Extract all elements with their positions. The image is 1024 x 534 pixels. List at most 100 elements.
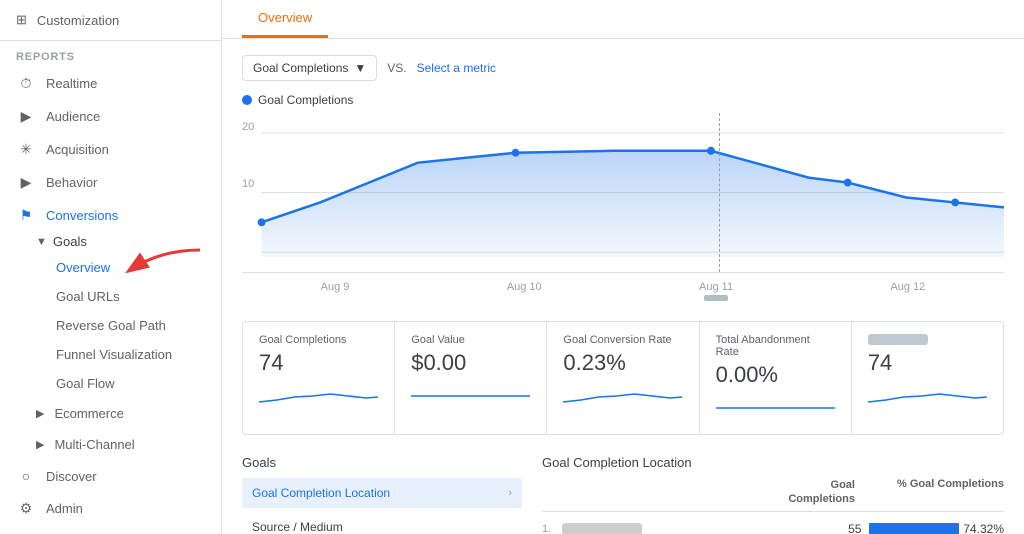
- mini-chart: [868, 382, 987, 410]
- stat-value: 74: [868, 350, 987, 376]
- chart-controls: Goal Completions ▼ VS. Select a metric: [242, 55, 1004, 81]
- sidebar-item-label: Audience: [46, 109, 100, 124]
- col-pct-header: % Goal Completions: [855, 478, 1004, 507]
- row-completions: 55: [776, 522, 862, 534]
- sidebar-item-label: Realtime: [46, 76, 97, 91]
- chart-legend: Goal Completions: [242, 93, 1004, 107]
- sidebar-item-goals[interactable]: ▼ Goals: [0, 228, 221, 253]
- stat-value: 74: [259, 350, 378, 376]
- x-label-aug12: Aug 12: [890, 281, 925, 301]
- legend-dot-icon: [242, 95, 252, 105]
- select-metric-link[interactable]: Select a metric: [417, 61, 496, 75]
- behavior-icon: ▶: [16, 174, 36, 191]
- goals-label: Goals: [53, 234, 87, 249]
- goal-item-source-medium[interactable]: Source / Medium: [242, 512, 522, 534]
- sidebar-item-goal-flow[interactable]: Goal Flow: [0, 369, 221, 398]
- chart-point: [512, 149, 520, 157]
- table-title: Goal Completion Location: [542, 455, 692, 470]
- col-completions-header: GoalCompletions: [766, 478, 855, 507]
- tab-bar: Overview: [222, 0, 1024, 39]
- chevron-right-icon: ›: [508, 487, 512, 499]
- goal-item-label: Source / Medium: [252, 520, 343, 534]
- col-location-header: [542, 478, 766, 507]
- acquisition-icon: ✳: [16, 141, 36, 158]
- customization-nav-item[interactable]: ⊞ Customization: [0, 0, 221, 41]
- sidebar-item-behavior[interactable]: ▶ Behavior: [0, 166, 221, 199]
- stat-goal-completions: Goal Completions 74: [243, 322, 395, 434]
- x-label-aug9: Aug 9: [321, 281, 350, 301]
- mini-chart: [259, 382, 378, 410]
- sidebar-item-conversions[interactable]: ⚑ Conversions: [0, 199, 221, 228]
- sidebar-item-audience[interactable]: ▶ Audience: [0, 100, 221, 133]
- stat-label: Goal Completions: [259, 334, 378, 346]
- sidebar-item-label: Conversions: [46, 208, 118, 223]
- stats-row: Goal Completions 74 Goal Value $0.00: [242, 321, 1004, 435]
- chart-point: [951, 198, 959, 206]
- stat-label: Goal Conversion Rate: [563, 334, 682, 346]
- goal-item-label: Goal Completion Location: [252, 486, 390, 500]
- x-label-aug10: Aug 10: [507, 281, 542, 301]
- discover-icon: ○: [16, 468, 36, 484]
- sidebar: ⊞ Customization REPORTS ⏱ Realtime ▶ Aud…: [0, 0, 222, 534]
- table-header: Goal Completion Location: [542, 455, 1004, 470]
- sidebar-item-discover[interactable]: ○ Discover: [0, 460, 221, 492]
- stat-label: Total Abandonment Rate: [716, 334, 835, 358]
- main-content: Overview Goal Completions ▼ VS. Select a…: [222, 0, 1024, 534]
- blurred-url: [562, 523, 642, 534]
- blurred-label: [868, 334, 928, 345]
- sidebar-item-label: Admin: [46, 501, 83, 516]
- goal-item-completion-location[interactable]: Goal Completion Location ›: [242, 478, 522, 508]
- chevron-right-icon2: ▶: [36, 438, 44, 451]
- grid-icon: ⊞: [16, 12, 27, 28]
- date-selector-aug11: [704, 295, 728, 301]
- bottom-section: Goals Goal Completion Location › Source …: [242, 455, 1004, 534]
- sidebar-item-label: Multi-Channel: [54, 437, 134, 452]
- sidebar-item-label: Behavior: [46, 175, 97, 190]
- sidebar-item-label: Acquisition: [46, 142, 109, 157]
- y-label-mid: 10: [242, 178, 254, 190]
- chart-point: [707, 147, 715, 155]
- sidebar-item-admin[interactable]: ⚙ Admin: [0, 492, 221, 525]
- chart-point: [258, 218, 266, 226]
- stat-blurred: 74: [852, 322, 1003, 434]
- vs-label: VS.: [387, 61, 406, 75]
- stat-label: Goal Value: [411, 334, 530, 346]
- chart-fill: [262, 151, 1004, 257]
- customization-label: Customization: [37, 13, 119, 28]
- sidebar-item-label: Ecommerce: [54, 406, 123, 421]
- chart-svg: [242, 113, 1004, 272]
- sidebar-item-goal-urls[interactable]: Goal URLs: [0, 282, 221, 311]
- sidebar-item-realtime[interactable]: ⏱ Realtime: [0, 67, 221, 100]
- sidebar-item-label: Discover: [46, 469, 97, 484]
- sidebar-collapse-button[interactable]: ‹: [0, 525, 221, 534]
- goals-panel: Goals Goal Completion Location › Source …: [242, 455, 522, 534]
- stat-goal-conversion-rate: Goal Conversion Rate 0.23%: [547, 322, 699, 434]
- sidebar-item-overview[interactable]: Overview: [0, 253, 221, 282]
- row-location: [562, 523, 776, 534]
- chart-x-labels: Aug 9 Aug 10 Aug 11 Aug 12: [242, 277, 1004, 305]
- row-number: 1.: [542, 523, 562, 534]
- admin-icon: ⚙: [16, 500, 36, 517]
- sidebar-item-multi-channel[interactable]: ▶ Multi-Channel: [0, 429, 221, 460]
- row-pct-cell: 74.32%: [861, 522, 1004, 534]
- audience-icon: ▶: [16, 108, 36, 125]
- metric-dropdown[interactable]: Goal Completions ▼: [242, 55, 377, 81]
- chevron-right-icon: ▶: [36, 407, 44, 420]
- stat-value: $0.00: [411, 350, 530, 376]
- tab-overview[interactable]: Overview: [242, 0, 328, 38]
- chart-point: [844, 179, 852, 187]
- stat-total-abandonment-rate: Total Abandonment Rate 0.00%: [700, 322, 852, 434]
- sidebar-item-acquisition[interactable]: ✳ Acquisition: [0, 133, 221, 166]
- stat-value: 0.00%: [716, 362, 835, 388]
- table-panel: Goal Completion Location GoalCompletions…: [542, 455, 1004, 534]
- conversions-icon: ⚑: [16, 207, 36, 224]
- sidebar-item-ecommerce[interactable]: ▶ Ecommerce: [0, 398, 221, 429]
- mini-chart: [411, 382, 530, 410]
- mini-chart: [716, 394, 835, 422]
- table-columns: GoalCompletions % Goal Completions: [542, 478, 1004, 512]
- sidebar-item-reverse-goal-path[interactable]: Reverse Goal Path: [0, 311, 221, 340]
- table-row: 1. 55 74.32%: [542, 516, 1004, 534]
- sidebar-item-funnel-visualization[interactable]: Funnel Visualization: [0, 340, 221, 369]
- chevron-down-icon: ▼: [36, 236, 47, 248]
- content-area: Goal Completions ▼ VS. Select a metric G…: [222, 39, 1024, 534]
